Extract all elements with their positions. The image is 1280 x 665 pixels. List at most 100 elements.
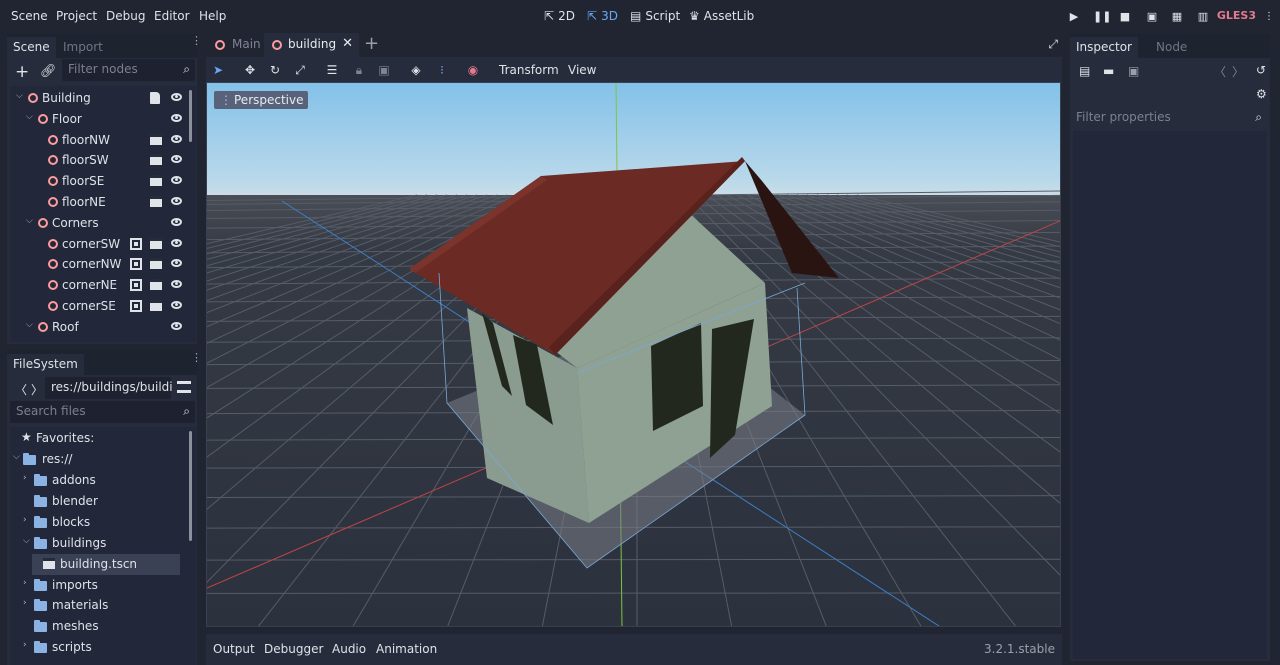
- tab-debugger[interactable]: Debugger: [264, 642, 323, 656]
- group-icon[interactable]: [130, 279, 142, 292]
- instance-scene-icon[interactable]: [150, 300, 162, 311]
- snap-icon[interactable]: ⁝: [434, 62, 450, 78]
- scene-tree-node[interactable]: cornerSW: [10, 234, 196, 255]
- favorites-row[interactable]: ★ Favorites:: [10, 428, 196, 449]
- 3d-viewport[interactable]: [206, 82, 1061, 627]
- path-field[interactable]: res://buildings/buildi: [45, 377, 173, 399]
- visibility-icon[interactable]: [171, 238, 182, 247]
- chevron-right-icon[interactable]: ›: [23, 515, 27, 525]
- scene-tree-node[interactable]: cornerNW: [10, 254, 196, 275]
- visibility-icon[interactable]: [171, 155, 182, 164]
- forward-icon[interactable]: 〉: [31, 381, 43, 398]
- chevron-down-icon[interactable]: ⌵: [23, 536, 30, 546]
- folder-item[interactable]: › imports: [10, 575, 196, 596]
- scene-tree-node[interactable]: cornerNE: [10, 275, 196, 296]
- menu-dots-icon[interactable]: ⋮: [1262, 10, 1276, 24]
- link-icon[interactable]: 🔗︎: [40, 64, 57, 79]
- tools-icon[interactable]: ⚙: [1256, 87, 1267, 101]
- chevron-right-icon[interactable]: ›: [23, 640, 27, 650]
- tab-inspector[interactable]: Inspector: [1070, 37, 1138, 58]
- list-select-icon[interactable]: ☰: [324, 62, 340, 78]
- tab-node[interactable]: Node: [1150, 37, 1193, 58]
- tab-audio[interactable]: Audio: [332, 642, 366, 656]
- movie-icon[interactable]: ▥: [1196, 10, 1210, 24]
- tab-main[interactable]: Main: [206, 33, 264, 57]
- scene-tree-node[interactable]: floorNE: [10, 192, 196, 213]
- chevron-right-icon[interactable]: ›: [23, 578, 27, 588]
- view-menu[interactable]: View: [568, 63, 596, 77]
- visibility-icon[interactable]: [171, 321, 182, 330]
- workspace-script-button[interactable]: ▤ Script: [630, 9, 680, 23]
- workspace-3d-button[interactable]: ⇱ 3D: [587, 9, 618, 23]
- tab-output[interactable]: Output: [213, 642, 255, 656]
- group-icon[interactable]: [130, 258, 142, 271]
- visibility-icon[interactable]: [171, 176, 182, 185]
- tab-animation[interactable]: Animation: [376, 642, 437, 656]
- chevron-down-icon[interactable]: ⌵: [26, 112, 33, 122]
- chevron-down-icon[interactable]: ⌵: [16, 91, 23, 101]
- dock-menu-icon[interactable]: ⋮: [191, 352, 202, 363]
- split-mode-icon[interactable]: [177, 381, 191, 393]
- group-icon[interactable]: [130, 300, 142, 312]
- save-icon[interactable]: ▣: [1128, 64, 1139, 78]
- group-icon[interactable]: [130, 237, 142, 250]
- visibility-icon[interactable]: [171, 197, 182, 205]
- chevron-right-icon[interactable]: ›: [23, 598, 27, 608]
- add-node-icon[interactable]: +: [15, 62, 29, 82]
- select-tool-icon[interactable]: ➤: [210, 62, 226, 78]
- play-custom-scene-icon[interactable]: ▦: [1170, 10, 1184, 24]
- add-tab-icon[interactable]: +: [364, 33, 379, 54]
- new-resource-icon[interactable]: ▤: [1079, 64, 1090, 78]
- instance-scene-icon[interactable]: [150, 258, 162, 270]
- folder-item[interactable]: › addons: [10, 470, 196, 491]
- menu-scene[interactable]: Scene: [11, 9, 48, 23]
- history-forward-icon[interactable]: 〉: [1232, 63, 1244, 80]
- file-item[interactable]: building.tscn: [32, 553, 180, 575]
- rotate-tool-icon[interactable]: ↻: [267, 62, 283, 78]
- renderer-selector[interactable]: GLES3: [1217, 9, 1256, 22]
- visibility-icon[interactable]: [171, 259, 182, 268]
- scene-tree-node[interactable]: ⌵ Corners: [10, 213, 196, 234]
- transform-menu[interactable]: Transform: [499, 63, 559, 77]
- visibility-icon[interactable]: [171, 93, 182, 101]
- folder-item[interactable]: ⌵ buildings: [10, 533, 196, 554]
- folder-item[interactable]: › scripts: [10, 637, 196, 658]
- search-files-input[interactable]: Search files ⌕: [10, 401, 195, 423]
- tab-scene[interactable]: Scene: [7, 37, 56, 58]
- close-icon[interactable]: ✕: [342, 36, 353, 51]
- folder-item[interactable]: › blocks: [10, 512, 196, 533]
- chevron-down-icon[interactable]: ⌵: [13, 452, 20, 462]
- menu-project[interactable]: Project: [56, 9, 97, 23]
- scene-tree-node[interactable]: ⌵ Building: [10, 88, 196, 109]
- play-scene-icon[interactable]: ▣: [1145, 10, 1159, 24]
- history-back-icon[interactable]: 〈: [1214, 63, 1226, 80]
- fullscreen-icon[interactable]: ⤢: [1048, 37, 1058, 52]
- visibility-icon[interactable]: [171, 113, 182, 122]
- scene-tree-node[interactable]: floorSW: [10, 150, 196, 171]
- res-root-row[interactable]: ⌵ res://: [10, 449, 196, 470]
- perspective-menu[interactable]: ⋮ Perspective: [214, 91, 308, 109]
- filter-nodes-input[interactable]: Filter nodes ⌕: [62, 59, 195, 81]
- filter-properties-input[interactable]: Filter properties ⌕: [1070, 107, 1270, 129]
- script-icon[interactable]: [150, 92, 160, 104]
- instance-scene-icon[interactable]: [150, 196, 162, 207]
- history-icon[interactable]: ↺: [1256, 63, 1266, 77]
- visibility-icon[interactable]: [171, 301, 182, 309]
- workspace-assetlib-button[interactable]: ♛ AssetLib: [689, 9, 754, 23]
- move-tool-icon[interactable]: ✥: [242, 62, 258, 78]
- group-icon[interactable]: ▣: [376, 62, 392, 78]
- tab-import[interactable]: Import: [57, 37, 109, 58]
- lock-icon[interactable]: 🔒︎: [351, 62, 367, 78]
- local-space-icon[interactable]: ◈: [408, 62, 424, 78]
- workspace-2d-button[interactable]: ⇱ 2D: [544, 9, 575, 23]
- menu-editor[interactable]: Editor: [154, 9, 190, 23]
- folder-item[interactable]: blender: [10, 491, 196, 512]
- chevron-down-icon[interactable]: ⌵: [26, 320, 33, 330]
- open-folder-icon[interactable]: ▬: [1103, 64, 1114, 78]
- instance-scene-icon[interactable]: [150, 175, 162, 187]
- instance-scene-icon[interactable]: [150, 133, 162, 145]
- folder-item[interactable]: › materials: [10, 595, 196, 616]
- back-icon[interactable]: 〈: [15, 381, 27, 398]
- scene-tree-node[interactable]: cornerSE: [10, 296, 196, 317]
- instance-scene-icon[interactable]: [150, 154, 162, 166]
